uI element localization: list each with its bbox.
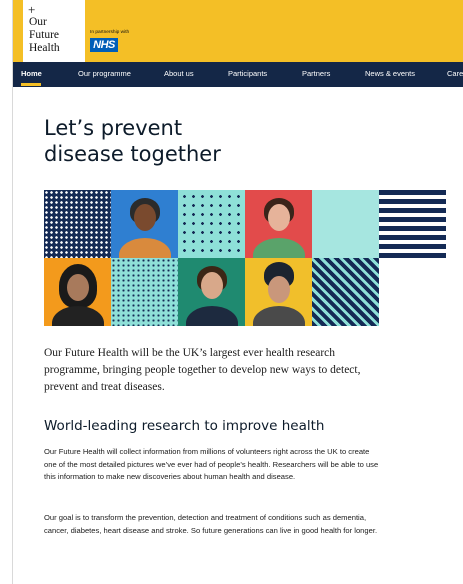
partnership-text: In partnership with xyxy=(90,30,130,35)
logo-line-2: Future xyxy=(29,29,60,41)
section-paragraph-1: Our Future Health will collect informati… xyxy=(44,447,379,481)
site-logo[interactable]: + Our Future Health xyxy=(23,0,85,62)
mosaic-dots-teal xyxy=(178,190,245,258)
section-heading: World-leading research to improve health xyxy=(44,418,325,434)
intro-text: Our Future Health will be the UK’s large… xyxy=(44,347,361,393)
browser-page: + Our Future Health In partnership with … xyxy=(12,0,463,584)
mosaic-stripes xyxy=(379,190,446,258)
person-face xyxy=(200,272,223,299)
logo-line-1: Our xyxy=(29,16,47,28)
mosaic-person-4 xyxy=(178,258,245,326)
nhs-logo: NHS xyxy=(90,38,118,52)
mosaic-person-2 xyxy=(245,190,312,258)
person-body xyxy=(252,238,305,258)
main-nav: Home Our programme About us Participants… xyxy=(13,62,463,87)
mosaic-dots-navy xyxy=(44,190,111,258)
mosaic-teal-block xyxy=(312,190,379,258)
person-body xyxy=(185,306,238,326)
person-face xyxy=(133,204,156,231)
person-body xyxy=(252,306,305,326)
nav-news-events[interactable]: News & events xyxy=(365,69,415,78)
logo-plus: + xyxy=(28,2,36,17)
nav-our-programme[interactable]: Our programme xyxy=(78,69,131,78)
mosaic-diagonal-stripes xyxy=(312,258,379,326)
header-bar: + Our Future Health In partnership with … xyxy=(13,0,463,62)
mosaic-person-5 xyxy=(245,258,312,326)
section-paragraph-2: Our goal is to transform the prevention,… xyxy=(44,513,378,535)
person-face xyxy=(267,276,290,303)
nav-careers[interactable]: Caree xyxy=(447,69,463,78)
person-body xyxy=(51,306,104,326)
mosaic-dots-small xyxy=(111,258,178,326)
mosaic-person-3 xyxy=(44,258,111,326)
mosaic-person-1 xyxy=(111,190,178,258)
person-face xyxy=(66,274,89,301)
nav-participants[interactable]: Participants xyxy=(228,69,267,78)
page-title: Let’s prevent disease together xyxy=(44,115,221,167)
nav-active-indicator xyxy=(21,83,41,86)
person-body xyxy=(118,238,171,258)
title-line-2: disease together xyxy=(44,142,221,166)
logo-line-3: Health xyxy=(29,42,60,54)
title-line-1: Let’s prevent xyxy=(44,116,183,140)
person-face xyxy=(267,204,290,231)
nav-about-us[interactable]: About us xyxy=(164,69,194,78)
nav-home[interactable]: Home xyxy=(21,69,42,78)
hero-mosaic xyxy=(44,190,446,326)
nav-partners[interactable]: Partners xyxy=(302,69,330,78)
